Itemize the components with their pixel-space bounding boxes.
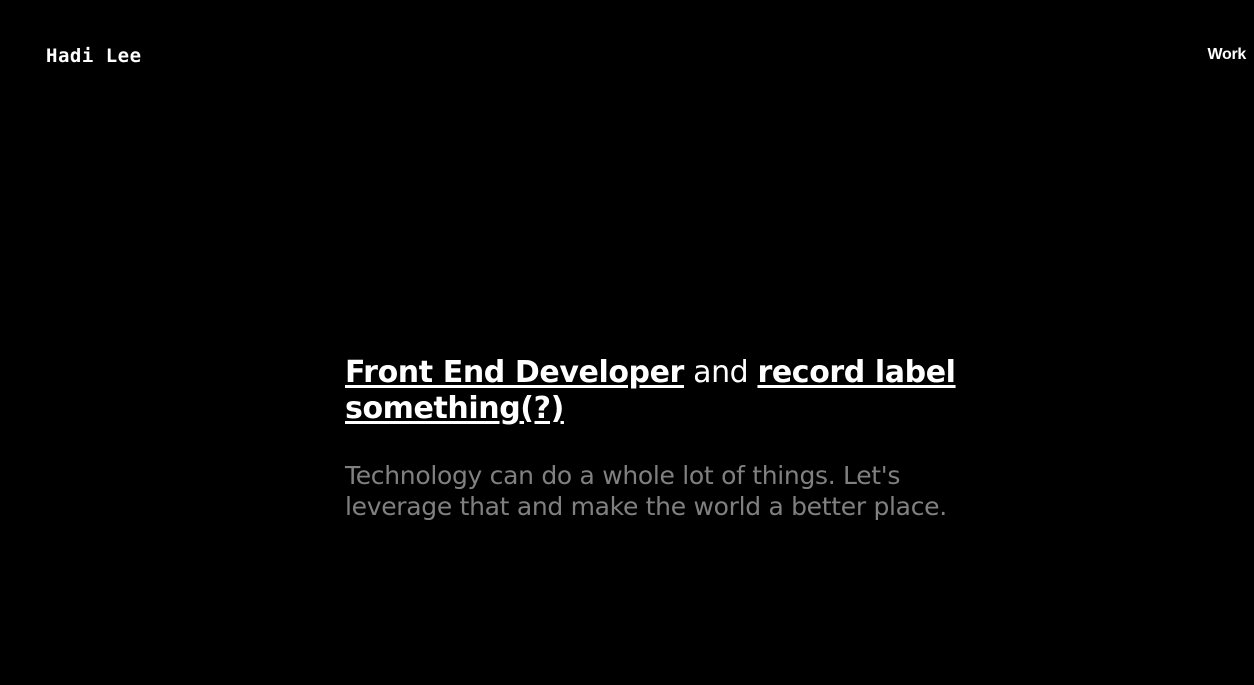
hero-headline: Front End Developer and record label som… <box>345 355 965 427</box>
hero-section: Front End Developer and record label som… <box>345 355 965 522</box>
nav-work-link[interactable]: Work <box>1207 45 1246 65</box>
hero-tagline: Technology can do a whole lot of things.… <box>345 461 947 521</box>
front-end-developer-link[interactable]: Front End Developer <box>345 355 684 390</box>
site-logo-link[interactable]: Hadi Lee <box>46 44 142 68</box>
headline-connector: and <box>683 355 758 390</box>
